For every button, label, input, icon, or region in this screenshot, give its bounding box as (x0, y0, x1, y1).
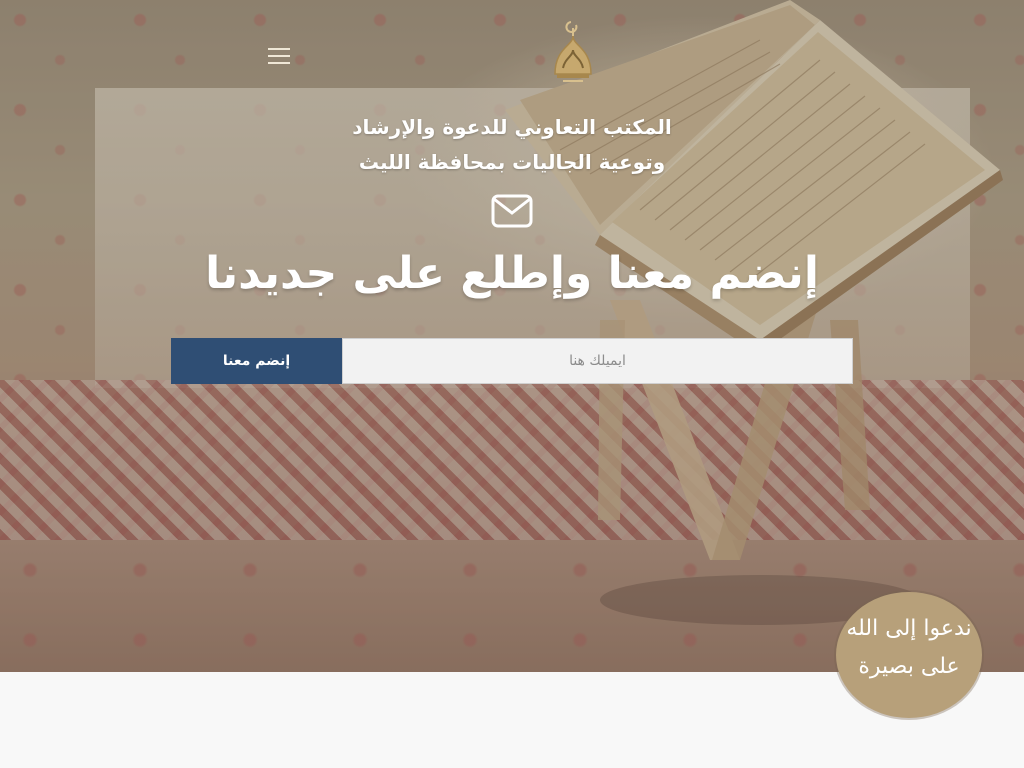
join-button[interactable]: إنضم معنا (171, 338, 342, 384)
hamburger-menu-icon[interactable] (268, 44, 294, 66)
motto-line2: على بصيرة (858, 654, 960, 679)
organization-title: المكتب التعاوني للدعوة والإرشاد وتوعية ا… (312, 110, 712, 180)
newsletter-headline: إنضم معنا وإطلع على جديدنا (205, 248, 819, 299)
envelope-icon (491, 194, 533, 228)
motto-line1: ندعوا إلى الله (846, 616, 972, 641)
organization-title-line2: وتوعية الجاليات بمحافظة الليث (358, 150, 666, 174)
menu-bar (268, 48, 290, 50)
email-input[interactable] (342, 338, 853, 384)
motto-badge: ندعوا إلى الله على بصيرة (832, 590, 986, 722)
newsletter-form: إنضم معنا (171, 338, 853, 384)
hero-section: المكتب التعاوني للدعوة والإرشاد وتوعية ا… (0, 0, 1024, 672)
menu-bar (268, 62, 290, 64)
background-overlay (0, 0, 1024, 672)
mosque-dome-logo-icon[interactable] (549, 18, 597, 88)
menu-bar (268, 55, 290, 57)
organization-title-line1: المكتب التعاوني للدعوة والإرشاد (352, 115, 672, 139)
motto-text: ندعوا إلى الله على بصيرة (832, 610, 986, 686)
